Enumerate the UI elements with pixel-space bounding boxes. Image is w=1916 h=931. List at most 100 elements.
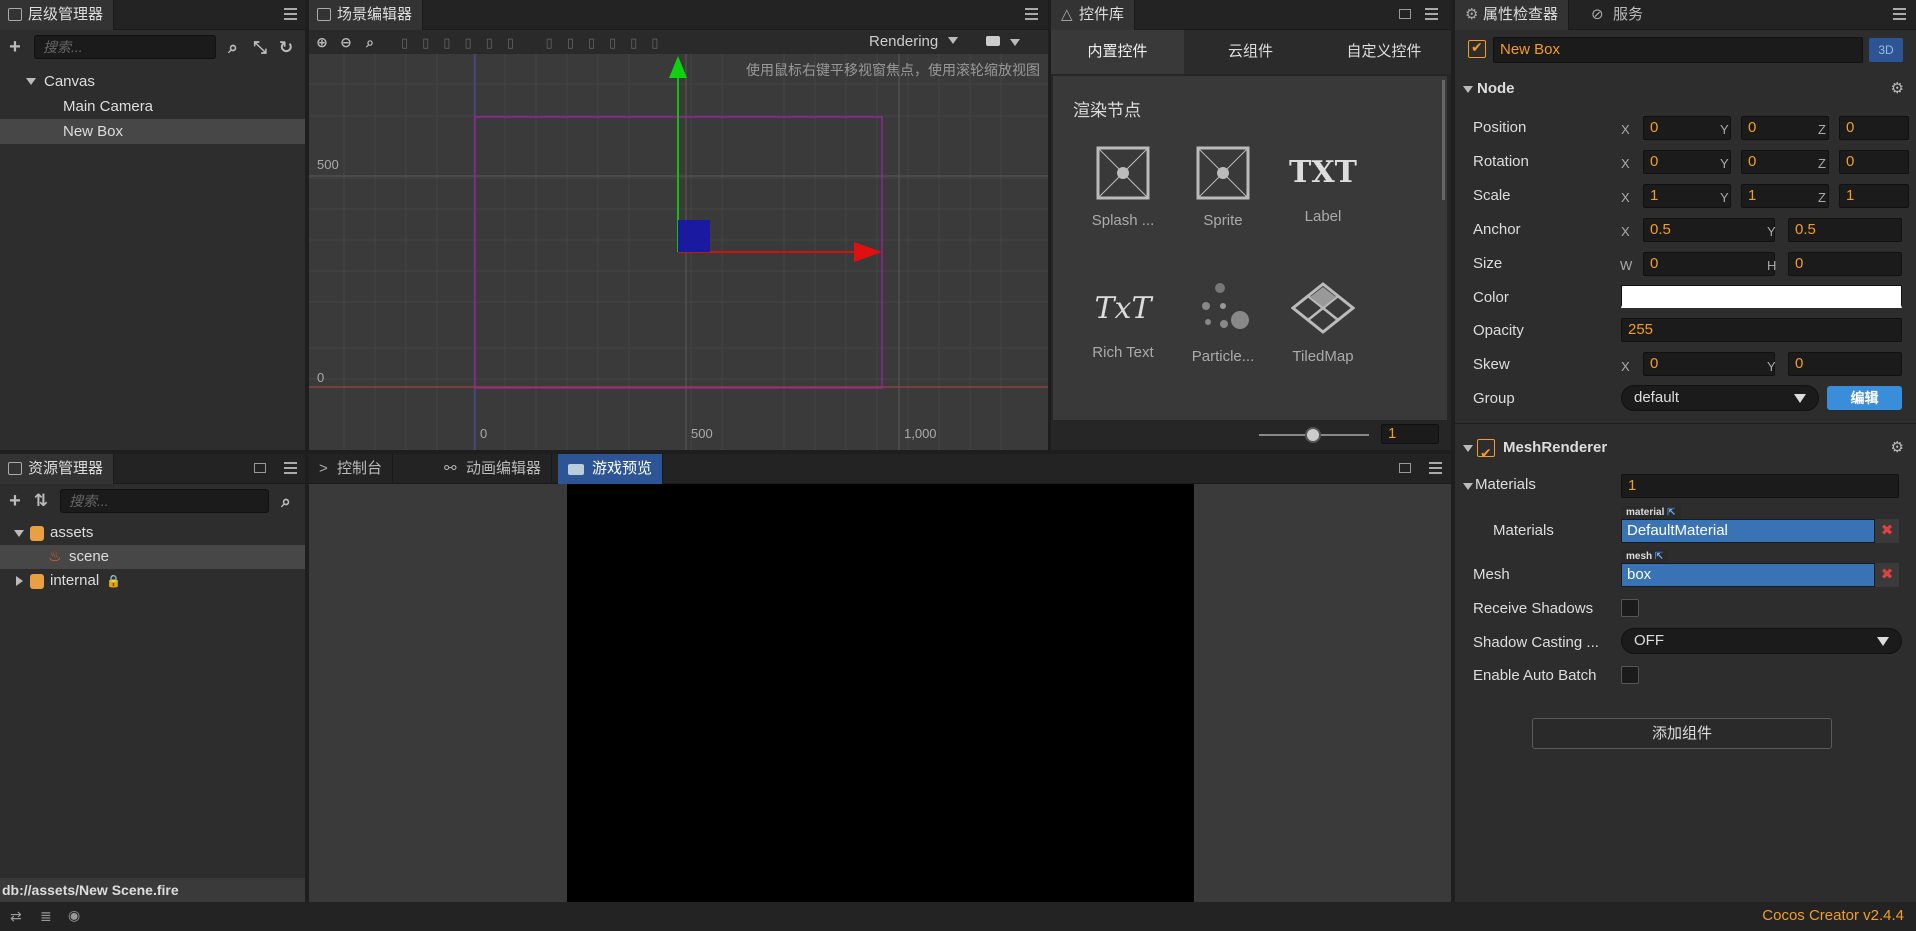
- game-preview-canvas[interactable]: [567, 484, 1194, 902]
- link-icon[interactable]: ⇱: [1667, 507, 1675, 518]
- add-component-button[interactable]: 添加组件: [1532, 718, 1832, 749]
- skew-y-input[interactable]: 0: [1788, 352, 1902, 376]
- panel-menu-icon[interactable]: [1425, 8, 1438, 20]
- panel-menu-icon[interactable]: [1025, 8, 1038, 20]
- rotation-y-input[interactable]: 0: [1741, 150, 1829, 174]
- section-divider: [1455, 423, 1916, 424]
- tree-node-main-camera[interactable]: Main Camera: [0, 94, 305, 119]
- tab-assets[interactable]: 资源管理器: [0, 454, 115, 484]
- popout-icon[interactable]: [1399, 9, 1411, 19]
- asset-folder-internal[interactable]: internal 🔒: [0, 569, 305, 593]
- expand-caret-icon[interactable]: [26, 78, 36, 85]
- rotation-x-input[interactable]: 0: [1643, 150, 1731, 174]
- zoom-in-icon[interactable]: ⊕: [313, 33, 331, 51]
- popout-icon[interactable]: [254, 463, 266, 473]
- component-rich-text[interactable]: TxT Rich Text: [1073, 282, 1173, 361]
- mesh-renderer-header[interactable]: MeshRenderer ⚙: [1455, 433, 1916, 468]
- refresh-icon[interactable]: ↻: [277, 39, 295, 57]
- node-name-input[interactable]: New Box: [1493, 37, 1863, 63]
- zoom-slider-thumb[interactable]: [1305, 427, 1321, 443]
- position-z-input[interactable]: 0: [1839, 116, 1909, 140]
- remove-material-icon[interactable]: ✖: [1875, 519, 1899, 543]
- skew-x-input[interactable]: 0: [1643, 352, 1775, 376]
- panel-menu-icon[interactable]: [1893, 8, 1906, 20]
- tab-services[interactable]: ⊘ 服务: [1583, 0, 1653, 30]
- materials-count-input[interactable]: 1: [1621, 474, 1899, 498]
- receive-shadows-checkbox[interactable]: [1621, 599, 1639, 617]
- add-icon[interactable]: +: [6, 491, 24, 511]
- expand-caret-icon[interactable]: [14, 530, 24, 537]
- material-asset-field[interactable]: DefaultMaterial: [1621, 519, 1875, 543]
- render-mode-select[interactable]: Rendering: [869, 33, 959, 50]
- camera-dropdown-icon[interactable]: [1010, 39, 1020, 46]
- mesh-renderer-settings-gear-icon[interactable]: ⚙: [1891, 433, 1904, 463]
- add-icon[interactable]: +: [6, 37, 24, 57]
- scale-x-input[interactable]: 1: [1643, 184, 1731, 208]
- component-sprite[interactable]: Sprite: [1173, 146, 1273, 229]
- tab-hierarchy[interactable]: 层级管理器: [0, 0, 115, 30]
- group-select[interactable]: default: [1621, 385, 1819, 411]
- component-splash[interactable]: Splash ...: [1073, 146, 1173, 229]
- size-w-input[interactable]: 0: [1643, 252, 1775, 276]
- scale-z-input[interactable]: 1: [1839, 184, 1909, 208]
- tab-animation-editor[interactable]: ⚯ 动画编辑器: [436, 454, 553, 484]
- collapse-icon[interactable]: ⤡: [251, 39, 269, 57]
- zoom-out-icon[interactable]: ⊖: [337, 33, 355, 51]
- search-icon[interactable]: ⌕: [277, 493, 295, 511]
- tree-node-canvas[interactable]: Canvas: [0, 69, 305, 94]
- eye-icon[interactable]: ◉: [68, 907, 80, 924]
- database-status-icon[interactable]: ≣: [40, 908, 52, 925]
- panel-menu-icon[interactable]: [284, 8, 297, 20]
- anchor-y-input[interactable]: 0.5: [1788, 218, 1902, 242]
- sort-icon[interactable]: ⇅: [32, 492, 50, 510]
- anchor-x-input[interactable]: 0.5: [1643, 218, 1775, 242]
- search-icon[interactable]: ⌕: [224, 39, 242, 57]
- position-y-input[interactable]: 0: [1741, 116, 1829, 140]
- components-scrollbar[interactable]: [1442, 80, 1445, 200]
- panel-menu-icon[interactable]: [1429, 462, 1442, 474]
- shadow-casting-select[interactable]: OFF: [1621, 628, 1902, 654]
- rotation-z-input[interactable]: 0: [1839, 150, 1909, 174]
- node-settings-gear-icon[interactable]: ⚙: [1891, 74, 1904, 104]
- mesh-asset-field[interactable]: box: [1621, 563, 1875, 587]
- auto-batch-checkbox[interactable]: [1621, 666, 1639, 684]
- asset-folder-assets[interactable]: assets: [0, 521, 305, 545]
- assets-search-input[interactable]: 搜索...: [60, 489, 269, 513]
- remove-mesh-icon[interactable]: ✖: [1875, 563, 1899, 587]
- size-h-input[interactable]: 0: [1788, 252, 1902, 276]
- expand-caret-icon[interactable]: [16, 576, 23, 586]
- popout-icon[interactable]: [1399, 463, 1411, 473]
- sync-icon[interactable]: ⇄: [10, 908, 22, 925]
- tab-scene-editor[interactable]: 场景编辑器: [309, 0, 424, 30]
- zoom-value-input[interactable]: 1: [1381, 424, 1439, 444]
- camera-icon[interactable]: [986, 36, 1000, 46]
- tree-node-new-box[interactable]: New Box: [0, 119, 305, 144]
- tab-builtin-widgets[interactable]: 内置控件: [1051, 30, 1184, 74]
- lock-icon: 🔒: [106, 574, 121, 588]
- mode-3d-toggle[interactable]: 3D: [1869, 38, 1903, 62]
- scene-viewport[interactable]: 500 0 0 500 1,000 使用鼠标右键平移视窗焦点，使用滚轮缩放视图: [309, 54, 1048, 450]
- component-particle[interactable]: Particle...: [1173, 282, 1273, 365]
- position-x-input[interactable]: 0: [1643, 116, 1731, 140]
- tab-custom-widgets[interactable]: 自定义控件: [1317, 30, 1451, 74]
- tab-console[interactable]: > 控制台: [309, 454, 394, 484]
- tab-component-library[interactable]: △ 控件库: [1051, 0, 1136, 30]
- opacity-input[interactable]: 255: [1621, 318, 1902, 342]
- asset-scene[interactable]: ♨ scene: [0, 545, 305, 569]
- tab-game-preview[interactable]: 游戏预览: [558, 454, 664, 484]
- scale-y-input[interactable]: 1: [1741, 184, 1829, 208]
- tab-cloud-components[interactable]: 云组件: [1184, 30, 1317, 74]
- tab-inspector[interactable]: ⚙ 属性检查器: [1455, 0, 1570, 30]
- component-label[interactable]: TXT Label: [1273, 146, 1373, 225]
- hierarchy-search-input[interactable]: 搜索...: [34, 35, 216, 59]
- panel-menu-icon[interactable]: [284, 462, 297, 474]
- mesh-renderer-enabled-checkbox[interactable]: [1477, 438, 1495, 468]
- node-active-checkbox[interactable]: [1468, 39, 1486, 58]
- zoom-reset-icon[interactable]: ⌕: [361, 33, 379, 51]
- component-tiledmap[interactable]: TiledMap: [1273, 282, 1373, 365]
- zoom-slider[interactable]: [1259, 427, 1369, 443]
- node-section-header[interactable]: Node ⚙: [1455, 74, 1916, 104]
- color-swatch[interactable]: [1621, 285, 1902, 308]
- link-icon[interactable]: ⇱: [1655, 551, 1663, 562]
- group-edit-button[interactable]: 编辑: [1827, 386, 1902, 410]
